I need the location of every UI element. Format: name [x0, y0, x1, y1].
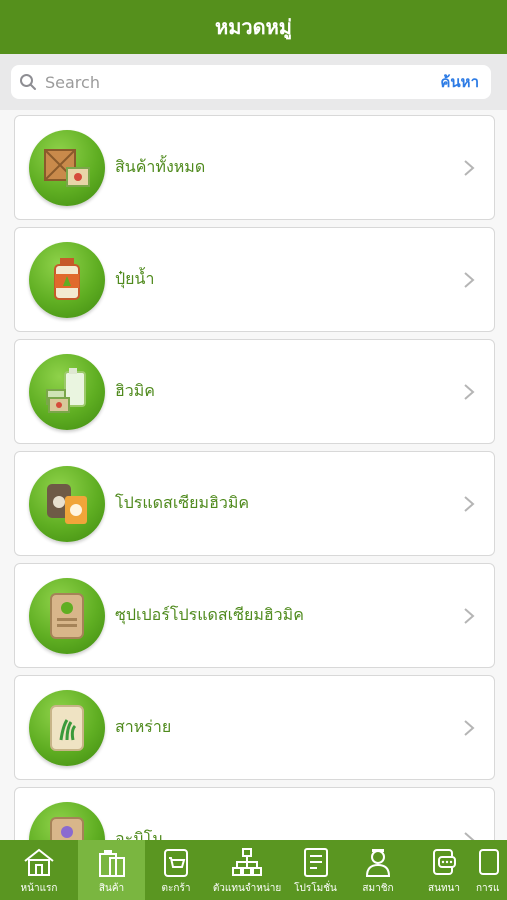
tab-products[interactable]: สินค้า: [78, 840, 145, 900]
chevron-right-icon: [454, 159, 484, 177]
category-label: โปรแดสเซียมฮิวมิค: [115, 493, 250, 512]
category-label: ฮิวมิค: [115, 381, 155, 400]
category-label: อะมิโน: [115, 829, 164, 840]
chevron-right-icon: [454, 719, 484, 737]
dealer-network-icon: [230, 845, 264, 879]
category-label: ซุปเปอร์โปรแดสเซียมฮิวมิค: [115, 605, 304, 624]
home-icon: [22, 845, 56, 879]
liquid-fertilizer-bottle-icon: [29, 241, 105, 318]
search-icon: [11, 65, 45, 99]
category-item-liquid-fertilizer[interactable]: ปุ๋ยน้ำ: [14, 227, 495, 332]
chevron-right-icon: [454, 607, 484, 625]
tab-promotions[interactable]: โปรโมชั่น: [287, 840, 344, 900]
chevron-right-icon: [454, 271, 484, 289]
category-item-humic[interactable]: ฮิวมิค: [14, 339, 495, 444]
tab-chat[interactable]: สนทนา: [412, 840, 476, 900]
cart-icon: [160, 845, 192, 879]
product-icon: [97, 845, 127, 879]
search-bar: ค้นหา: [0, 54, 507, 110]
search-box: ค้นหา: [11, 65, 491, 99]
category-label: ปุ๋ยน้ำ: [115, 269, 155, 288]
member-icon: [363, 845, 393, 879]
category-item-amino[interactable]: อะมิโน: [14, 787, 495, 840]
seaweed-sack-icon: [29, 689, 105, 766]
page-title: หมวดหมู่: [215, 15, 292, 39]
category-list[interactable]: สินค้าทั้งหมด ปุ๋ยน้ำ ฮิวมิค โปรแดสเซียม…: [0, 110, 507, 840]
chevron-right-icon: [454, 383, 484, 401]
tab-members[interactable]: สมาชิก: [344, 840, 412, 900]
chat-icon: [428, 845, 460, 879]
search-input[interactable]: [45, 72, 441, 92]
category-item-super-potassium-humic[interactable]: ซุปเปอร์โปรแดสเซียมฮิวมิค: [14, 563, 495, 668]
potassium-humic-sacks-icon: [29, 465, 105, 542]
category-item-seaweed[interactable]: สาหร่าย: [14, 675, 495, 780]
category-item-all[interactable]: สินค้าทั้งหมด: [14, 115, 495, 220]
tab-cart[interactable]: ตะกร้า: [145, 840, 207, 900]
promotion-icon: [301, 845, 331, 879]
nav-header: หมวดหมู่: [0, 0, 507, 54]
settings-icon: [476, 845, 506, 879]
category-label: สาหร่าย: [115, 717, 172, 736]
all-products-icon: [29, 129, 105, 206]
category-item-potassium-humic[interactable]: โปรแดสเซียมฮิวมิค: [14, 451, 495, 556]
category-label: สินค้าทั้งหมด: [115, 157, 206, 176]
amino-sack-icon: [29, 801, 105, 840]
chevron-right-icon: [454, 495, 484, 513]
bottom-tab-bar: หน้าแรก สินค้า ตะกร้า ตัวแทนจำหน่าย โปรโ…: [0, 840, 507, 900]
chevron-right-icon: [454, 831, 484, 840]
humic-gallon-icon: [29, 353, 105, 430]
search-button[interactable]: ค้นหา: [440, 70, 491, 94]
tab-more[interactable]: การแ: [476, 840, 507, 900]
super-potassium-sack-icon: [29, 577, 105, 654]
tab-dealers[interactable]: ตัวแทนจำหน่าย: [207, 840, 287, 900]
tab-home[interactable]: หน้าแรก: [0, 840, 78, 900]
